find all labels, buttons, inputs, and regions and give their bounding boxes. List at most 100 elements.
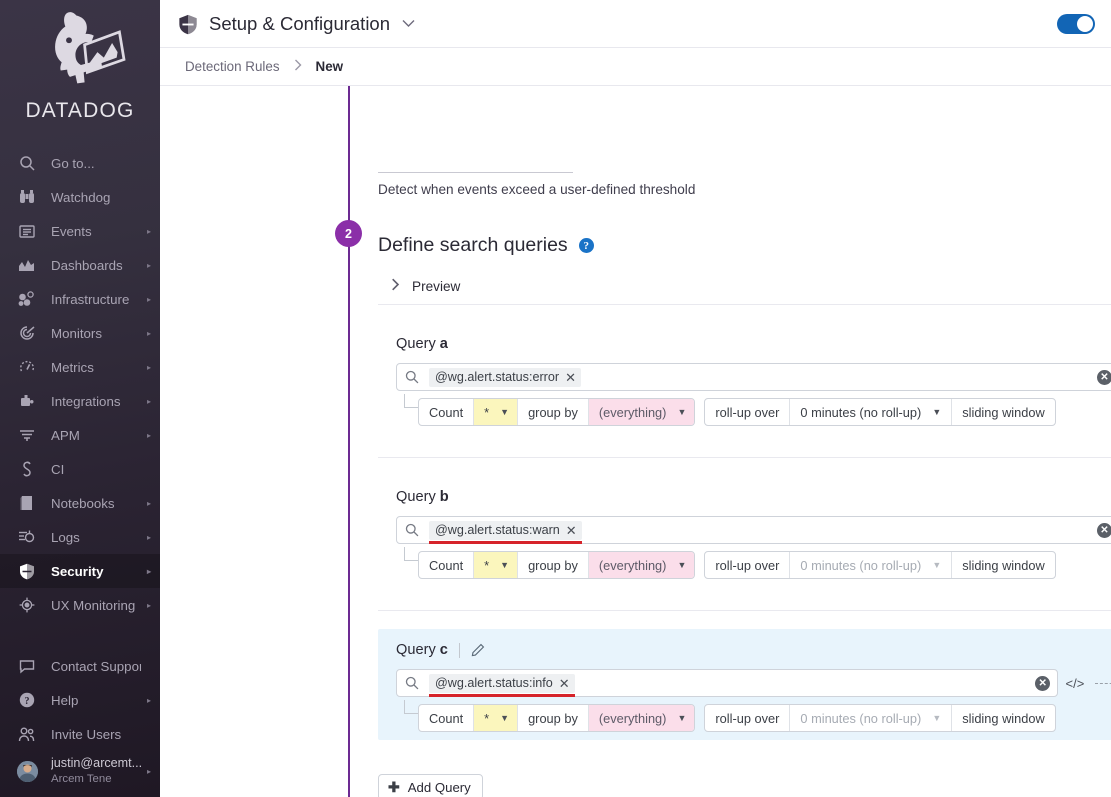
divider xyxy=(378,304,1111,305)
chevron-down-icon: ▼ xyxy=(677,559,687,570)
search-input[interactable]: @wg.alert.status:info ✕ ✕ xyxy=(396,669,1059,697)
rollup-select[interactable]: 0 minutes (no roll-up) ▼ xyxy=(790,552,953,578)
connector-line xyxy=(1094,682,1111,684)
sliding-window-label: sliding window xyxy=(962,404,1045,420)
chevron-down-icon: ▼ xyxy=(500,712,510,723)
datadog-logo[interactable]: DATADOG xyxy=(0,0,160,140)
query-tag[interactable]: @wg.alert.status:warn ✕ xyxy=(429,520,582,544)
query-label-a: Query a xyxy=(378,333,1111,355)
chevron-right-icon[interactable]: ▸ xyxy=(141,431,151,440)
preview-disclosure[interactable]: Preview xyxy=(391,278,460,294)
metric-select[interactable]: * ▼ xyxy=(474,552,519,578)
query-word: Query xyxy=(396,336,436,352)
sidebar-user-account[interactable]: justin@arcemt... Arcem Tene ▸ xyxy=(0,751,160,791)
sidebar-item-invite-users[interactable]: Invite Users xyxy=(0,717,160,751)
label-divider xyxy=(458,642,460,658)
datadog-dog-icon xyxy=(55,12,126,84)
clear-input-icon[interactable]: ✕ xyxy=(1097,522,1111,538)
sidebar-item-dashboards[interactable]: Dashboards ▸ xyxy=(0,248,160,282)
sidebar-item-security[interactable]: Security ▸ xyxy=(0,554,160,588)
avatar xyxy=(17,760,38,782)
rollup-label: roll-up over xyxy=(705,399,791,425)
sidebar-item-label: Security xyxy=(51,563,104,579)
query-label-b: Query b xyxy=(378,486,1111,508)
sidebar-item-ux-monitoring[interactable]: UX Monitoring ▸ xyxy=(0,588,160,622)
pencil-icon[interactable] xyxy=(471,643,485,657)
query-aggregation-row-b: Count * ▼ group by (everything) ▼ roll-u… xyxy=(378,547,1111,579)
group-by-select[interactable]: (everything) ▼ xyxy=(588,399,695,425)
section-title: Define search queries ? xyxy=(378,234,594,257)
group-by-select[interactable]: (everything) ▼ xyxy=(588,705,695,731)
breadcrumb-separator xyxy=(294,59,302,74)
rollup-select[interactable]: 0 minutes (no roll-up) ▼ xyxy=(790,399,953,425)
code-view-icon[interactable]: </> xyxy=(1061,669,1088,697)
sidebar-item-notebooks[interactable]: Notebooks ▸ xyxy=(0,486,160,520)
help-icon[interactable]: ? xyxy=(578,238,594,253)
chevron-right-icon[interactable]: ▸ xyxy=(141,397,151,406)
metric-select[interactable]: * ▼ xyxy=(474,399,519,425)
clear-input-icon[interactable]: ✕ xyxy=(1035,675,1051,691)
chart-icon xyxy=(17,256,36,275)
left-sidebar: DATADOG Go to... Watchdog Events ▸ Dashb… xyxy=(0,0,160,797)
chevron-right-icon[interactable]: ▸ xyxy=(141,567,151,576)
sidebar-item-monitors[interactable]: Monitors ▸ xyxy=(0,316,160,350)
close-icon[interactable]: ✕ xyxy=(566,524,577,537)
header-toggle-switch[interactable] xyxy=(1057,13,1095,34)
clear-input-icon[interactable]: ✕ xyxy=(1097,369,1111,385)
metric-value: * xyxy=(484,557,490,573)
chevron-right-icon[interactable]: ▸ xyxy=(141,363,151,372)
sidebar-item-integrations[interactable]: Integrations ▸ xyxy=(0,384,160,418)
group-by-value: (everything) xyxy=(598,557,667,573)
sidebar-item-metrics[interactable]: Metrics ▸ xyxy=(0,350,160,384)
chevron-right-icon[interactable]: ▸ xyxy=(141,499,151,508)
search-icon xyxy=(17,154,36,173)
sliding-window-label: sliding window xyxy=(962,710,1045,726)
sidebar-item-help[interactable]: ? Help ▸ xyxy=(0,683,160,717)
page-title: Setup & Configuration xyxy=(209,12,391,34)
sidebar-item-go-to[interactable]: Go to... xyxy=(0,146,160,180)
close-icon[interactable]: ✕ xyxy=(565,371,576,384)
sidebar-item-infrastructure[interactable]: Infrastructure ▸ xyxy=(0,282,160,316)
breadcrumb-parent[interactable]: Detection Rules xyxy=(185,59,280,74)
query-block-a: Query a @wg.alert.status:error ✕ ✕ </> xyxy=(378,333,1111,426)
query-search-row-b: @wg.alert.status:warn ✕ ✕ </> ✕ xyxy=(378,516,1111,544)
chevron-right-icon[interactable]: ▸ xyxy=(141,329,151,338)
search-input[interactable]: @wg.alert.status:error ✕ ✕ xyxy=(396,363,1111,391)
chevron-right-icon[interactable]: ▸ xyxy=(141,295,151,304)
chevron-right-icon[interactable]: ▸ xyxy=(141,767,151,776)
section-title-text: Define search queries xyxy=(378,234,568,256)
list-icon xyxy=(17,222,36,241)
chevron-right-icon[interactable]: ▸ xyxy=(141,601,151,610)
sidebar-item-ci[interactable]: CI xyxy=(0,452,160,486)
chevron-right-icon[interactable]: ▸ xyxy=(141,261,151,270)
query-tag[interactable]: @wg.alert.status:error ✕ xyxy=(429,367,581,387)
user-text: justin@arcemt... Arcem Tene xyxy=(51,756,141,786)
sidebar-item-apm[interactable]: APM ▸ xyxy=(0,418,160,452)
aggregation-group: Count * ▼ group by (everything) ▼ xyxy=(418,551,696,579)
sidebar-item-watchdog[interactable]: Watchdog xyxy=(0,180,160,214)
datadog-wordmark: DATADOG xyxy=(25,99,135,122)
logs-icon xyxy=(17,528,36,547)
chevron-down-icon[interactable] xyxy=(402,19,415,28)
chevron-right-icon[interactable]: ▸ xyxy=(141,533,151,542)
query-tag[interactable]: @wg.alert.status:info ✕ xyxy=(429,673,575,697)
metric-select[interactable]: * ▼ xyxy=(474,705,519,731)
user-org: Arcem Tene xyxy=(51,772,112,785)
sidebar-item-logs[interactable]: Logs ▸ xyxy=(0,520,160,554)
sidebar-item-contact-support[interactable]: Contact Support xyxy=(0,649,160,683)
sidebar-item-events[interactable]: Events ▸ xyxy=(0,214,160,248)
sidebar-item-label: Watchdog xyxy=(51,189,111,205)
chevron-right-icon[interactable]: ▸ xyxy=(141,227,151,236)
query-aggregation-row-a: Count * ▼ group by (everything) ▼ roll-u… xyxy=(378,394,1111,426)
query-block-c: Query c @wg.alert.status:info ✕ ✕ </> Co… xyxy=(378,629,1111,740)
search-input[interactable]: @wg.alert.status:warn ✕ ✕ xyxy=(396,516,1111,544)
add-query-button[interactable]: ✚ Add Query xyxy=(378,774,483,797)
sidebar-item-label: Logs xyxy=(51,529,80,545)
chevron-right-icon[interactable]: ▸ xyxy=(141,696,151,705)
divider xyxy=(378,457,1111,458)
close-icon[interactable]: ✕ xyxy=(559,677,570,690)
step-number: 2 xyxy=(345,226,352,241)
rollup-select[interactable]: 0 minutes (no roll-up) ▼ xyxy=(790,705,953,731)
group-by-select[interactable]: (everything) ▼ xyxy=(588,552,695,578)
query-label-c: Query c xyxy=(378,639,1111,661)
